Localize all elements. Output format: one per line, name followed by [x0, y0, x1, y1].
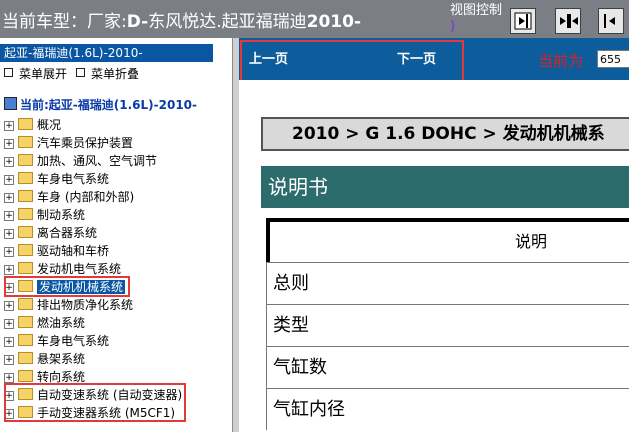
title-year: 2010-	[306, 12, 361, 32]
document-content: 2010 > G 1.6 DOHC > 发动机机械系 说明书 说明 总则 类型 …	[239, 80, 629, 432]
tree-item[interactable]: + 车身 (内部和外部)	[4, 189, 134, 205]
tree-item-label: 加热、通风、空气调节	[37, 154, 158, 168]
tree-item-label: 发动机电气系统	[37, 262, 122, 276]
folder-icon	[18, 136, 33, 148]
view-control-arrow-icon: ⟩	[450, 19, 456, 34]
folder-icon	[18, 298, 33, 310]
split-left-icon	[604, 14, 615, 28]
tree-item-label: 车身 (内部和外部)	[37, 190, 135, 204]
expand-plus-icon[interactable]: +	[4, 139, 14, 149]
collapse-menu-button[interactable]: 菜单折叠	[76, 66, 139, 82]
tree-item-label: 悬架系统	[37, 352, 86, 366]
tree-item[interactable]: + 制动系统	[4, 207, 85, 223]
collapse-icon	[76, 68, 85, 77]
section-title: 说明书	[261, 166, 629, 208]
expand-plus-icon[interactable]: +	[4, 247, 14, 257]
folder-icon	[18, 244, 33, 256]
table-header: 说明	[266, 218, 629, 262]
tree-item-label: 转向系统	[37, 370, 86, 384]
split-both-icon	[560, 14, 578, 28]
tree-item[interactable]: + 加热、通风、空气调节	[4, 153, 157, 169]
expand-plus-icon[interactable]: +	[4, 319, 14, 329]
expand-plus-icon[interactable]: +	[4, 337, 14, 347]
title-prefix: 当前车型：厂家:	[2, 12, 127, 32]
breadcrumb: 2010 > G 1.6 DOHC > 发动机机械系	[261, 117, 629, 151]
expand-plus-icon[interactable]: +	[4, 355, 14, 365]
expand-plus-icon[interactable]: +	[4, 265, 14, 275]
computer-icon	[4, 97, 17, 110]
split-right-icon	[514, 12, 532, 30]
highlight-box-transmission	[4, 383, 186, 422]
view-split-left-button[interactable]	[598, 8, 624, 34]
folder-icon	[18, 172, 33, 184]
tree-item[interactable]: + 悬架系统	[4, 351, 85, 367]
expand-plus-icon[interactable]: +	[4, 301, 14, 311]
tree-item-label: 排出物质净化系统	[37, 298, 134, 312]
current-page-label: 当前为	[538, 52, 584, 70]
table-row: 总则	[266, 262, 629, 304]
folder-icon	[18, 190, 33, 202]
tree-item-label: 车身电气系统	[37, 172, 110, 186]
tree-item[interactable]: + 车身电气系统	[4, 171, 109, 187]
expand-plus-icon[interactable]: +	[4, 157, 14, 167]
tree-item[interactable]: + 离合器系统	[4, 225, 97, 241]
highlight-box-nav	[240, 40, 464, 82]
folder-icon	[18, 316, 33, 328]
expand-menu-button[interactable]: 菜单展开	[4, 66, 67, 82]
tree-item-label: 燃油系统	[37, 316, 86, 330]
folder-icon	[18, 208, 33, 220]
expand-plus-icon[interactable]: +	[4, 211, 14, 221]
folder-icon	[18, 154, 33, 166]
tree-item-label: 汽车乘员保护装置	[37, 136, 134, 150]
title-bar: 当前车型：厂家:D-东风悦达.起亚福瑞迪2010- 视图控制 ⟩	[0, 0, 629, 38]
folder-icon	[18, 334, 33, 346]
folder-icon	[18, 262, 33, 274]
view-control-label: 视图控制 ⟩	[450, 3, 503, 34]
tree-item-label: 离合器系统	[37, 226, 98, 240]
expand-icon	[4, 68, 13, 77]
tree-item[interactable]: + 驱动轴和车桥	[4, 243, 109, 259]
tree-item-label: 制动系统	[37, 208, 86, 222]
expand-plus-icon[interactable]: +	[4, 121, 14, 131]
tree-item-label: 车身电气系统	[37, 334, 110, 348]
page-number-input[interactable]: 655	[597, 50, 629, 68]
tree-item[interactable]: + 车身电气系统	[4, 333, 109, 349]
expand-plus-icon[interactable]: +	[4, 175, 14, 185]
view-split-both-button[interactable]	[555, 8, 581, 34]
folder-icon	[18, 352, 33, 364]
tree-item[interactable]: + 概况	[4, 117, 61, 133]
car-header: 起亚-福瑞迪(1.6L)-2010-	[0, 44, 213, 62]
table-row: 气缸内径	[266, 388, 629, 430]
tree-item-label: 概况	[37, 118, 62, 132]
navigation-pane: 起亚-福瑞迪(1.6L)-2010- 菜单展开 菜单折叠 当前:起亚-福瑞迪(1…	[0, 38, 233, 432]
view-split-right-button[interactable]	[510, 8, 536, 34]
tree-item[interactable]: + 燃油系统	[4, 315, 85, 331]
table-row: 类型	[266, 304, 629, 346]
expand-plus-icon[interactable]: +	[4, 229, 14, 239]
expand-plus-icon[interactable]: +	[4, 193, 14, 203]
tree-item[interactable]: + 汽车乘员保护装置	[4, 135, 133, 151]
title-model: 东风悦达.起亚福瑞迪	[148, 12, 307, 32]
tree-item-label: 驱动轴和车桥	[37, 244, 110, 258]
highlight-box-engine	[4, 276, 130, 297]
tree-root[interactable]: 当前:起亚-福瑞迪(1.6L)-2010-	[4, 97, 197, 113]
tree-item[interactable]: + 发动机电气系统	[4, 261, 121, 277]
spec-table: 说明 总则 类型 气缸数 气缸内径	[266, 218, 629, 430]
title-maker-code: D-	[126, 12, 149, 32]
tree-item[interactable]: + 排出物质净化系统	[4, 297, 133, 313]
folder-icon	[18, 226, 33, 238]
expand-plus-icon[interactable]: +	[4, 373, 14, 383]
table-row: 气缸数	[266, 346, 629, 388]
app-title: 当前车型：厂家:D-东风悦达.起亚福瑞迪2010-	[2, 7, 361, 32]
folder-icon	[18, 118, 33, 130]
folder-icon	[18, 370, 33, 382]
